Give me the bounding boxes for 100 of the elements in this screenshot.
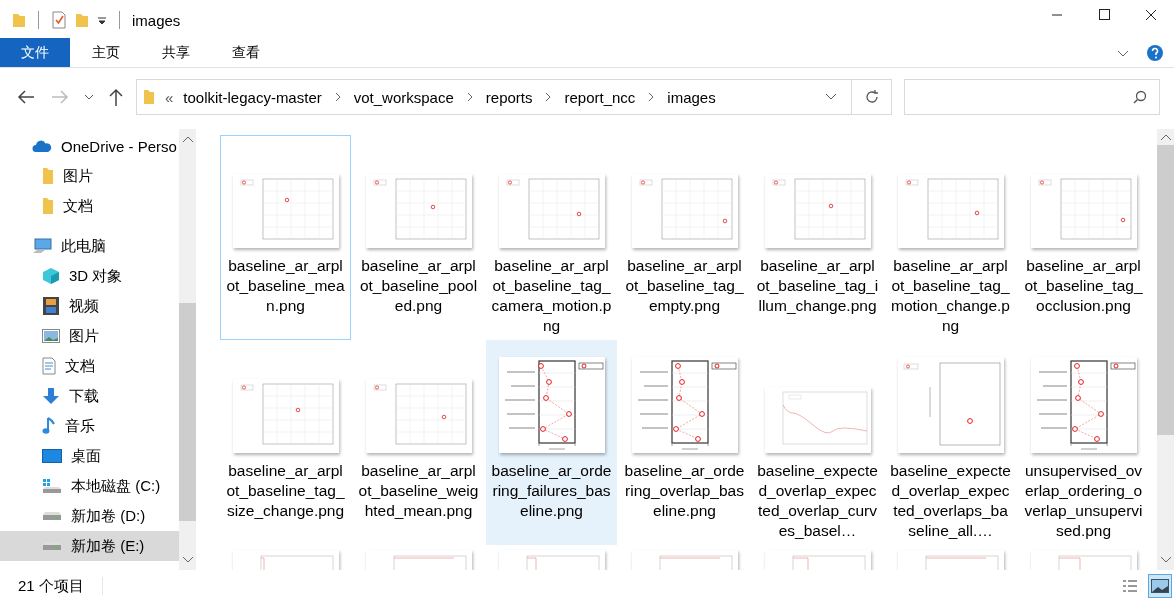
file-name: baseline_ar_arplot_baseline_tag_camera_motion.png — [490, 256, 613, 336]
file-name: baseline_ar_arplot_baseline_weighted_mean.png — [357, 461, 480, 521]
cloud-icon — [32, 139, 52, 153]
scrollbar[interactable] — [1157, 129, 1174, 570]
file-name: baseline_ar_arplot_baseline_tag_illum_change.png — [756, 256, 879, 316]
file-item[interactable]: baseline_expected_overlap_expected_overlap_curves_basel… — [752, 340, 883, 545]
ribbon-tab[interactable]: 主页 — [72, 38, 140, 67]
film-icon — [42, 296, 60, 316]
file-name: baseline_ar_ordering_overlap_baseline.png — [623, 461, 746, 521]
nav-label: 此电脑 — [61, 236, 106, 256]
file-item[interactable]: unsupervised_overlap_ordering_overlap_unsupervised.png — [1018, 340, 1149, 545]
file-name: baseline_ar_arplot_baseline_mean.png — [225, 256, 346, 316]
file-item[interactable]: baseline_ar_arplot_baseline_tag_empty.png — [619, 135, 750, 340]
scroll-down-icon[interactable] — [1159, 556, 1172, 564]
list-icon — [1122, 579, 1138, 593]
scroll-down-icon[interactable] — [181, 556, 194, 564]
ribbon-tab[interactable]: 共享 — [142, 38, 210, 67]
nav-label: 本地磁盘 (C:) — [71, 476, 161, 496]
image-icon — [1151, 579, 1169, 593]
refresh-button[interactable] — [852, 79, 892, 115]
nav-item[interactable]: 桌面 — [0, 441, 179, 471]
overflow-chevron[interactable]: « — [165, 88, 174, 106]
file-name: baseline_ar_arplot_baseline_tag_occlusion.png — [1023, 256, 1144, 316]
icons-view-button[interactable] — [1148, 574, 1172, 598]
chevron-right-icon[interactable] — [647, 92, 656, 102]
cube-icon — [42, 267, 60, 285]
nav-label: 文档 — [65, 356, 95, 376]
file-name: baseline_ar_arplot_baseline_tag_size_change.png — [225, 461, 346, 521]
scrollbar[interactable] — [179, 129, 196, 570]
nav-label: 下载 — [69, 386, 99, 406]
breadcrumb[interactable]: images — [667, 88, 716, 106]
ribbon-tab[interactable]: 文件 — [0, 38, 70, 67]
file-item[interactable]: baseline_expected_overlap_expected_overlaps_baseline_all.… — [885, 340, 1016, 545]
nav-item[interactable]: 图片 — [0, 321, 179, 351]
file-name: baseline_ar_ordering_failures_baseline.png — [490, 461, 613, 521]
folder-icon — [42, 167, 54, 185]
file-name: baseline_ar_arplot_baseline_pooled.png — [358, 256, 479, 316]
nav-item[interactable]: 此电脑 — [0, 231, 179, 261]
download-icon — [42, 387, 60, 405]
search-field[interactable] — [904, 79, 1160, 115]
computer-icon — [32, 238, 52, 254]
nav-item[interactable]: 本地磁盘 (C:) — [0, 471, 179, 501]
desktop-icon — [42, 449, 62, 463]
file-item[interactable]: baseline_ar_ordering_overlap_baseline.png — [619, 340, 750, 545]
help-icon[interactable] — [1146, 43, 1164, 62]
file-item[interactable]: baseline_ar_arplot_baseline_tag_camera_motion.png — [486, 135, 617, 340]
file-name: baseline_expected_overlap_expected_overlap_curves_basel… — [756, 461, 879, 541]
nav-item[interactable]: 新加卷 (D:) — [0, 501, 179, 531]
nav-item[interactable]: 视频 — [0, 291, 179, 321]
properties-icon[interactable] — [51, 11, 67, 29]
drive-icon — [42, 478, 62, 494]
chevron-down-icon[interactable] — [84, 93, 94, 101]
up-icon[interactable] — [108, 87, 124, 107]
nav-item[interactable]: 文档 — [0, 351, 179, 381]
file-name: baseline_expected_overlap_expected_overlaps_baseline_all.… — [889, 461, 1012, 541]
item-count: 21 个项目 — [18, 576, 84, 596]
image-icon — [42, 329, 60, 343]
file-item[interactable]: baseline_ar_arplot_baseline_tag_size_change.png — [220, 340, 351, 545]
nav-item[interactable]: 文档 — [0, 191, 179, 221]
document-icon — [42, 357, 56, 375]
music-note-icon — [42, 417, 56, 435]
nav-item[interactable]: 新加卷 (E:) — [0, 531, 179, 561]
file-item[interactable]: baseline_ar_arplot_baseline_tag_motion_change.png — [885, 135, 1016, 340]
nav-item[interactable]: 图片 — [0, 161, 179, 191]
back-icon[interactable] — [16, 89, 36, 105]
file-name: baseline_ar_arplot_baseline_tag_motion_change.png — [890, 256, 1011, 336]
chevron-right-icon[interactable] — [544, 92, 553, 102]
nav-item[interactable]: 下载 — [0, 381, 179, 411]
refresh-icon — [863, 89, 880, 105]
nav-item[interactable]: 音乐 — [0, 411, 179, 441]
file-item[interactable]: baseline_ar_ordering_failures_baseline.png — [486, 340, 617, 545]
file-name: baseline_ar_arplot_baseline_tag_empty.png — [624, 256, 745, 316]
scroll-up-icon[interactable] — [1159, 133, 1172, 141]
file-item[interactable]: baseline_ar_arplot_baseline_weighted_mean.png — [353, 340, 484, 545]
breadcrumb[interactable]: vot_workspace — [353, 88, 454, 106]
dropdown-icon[interactable] — [97, 15, 107, 25]
breadcrumb[interactable]: reports — [485, 88, 533, 106]
file-item[interactable]: baseline_ar_arplot_baseline_tag_occlusion.png — [1018, 135, 1149, 340]
nav-label: OneDrive - Perso — [61, 137, 177, 155]
breadcrumb[interactable]: toolkit-legacy-master — [183, 88, 322, 106]
nav-label: 文档 — [63, 196, 93, 216]
nav-item[interactable]: OneDrive - Perso — [0, 131, 179, 161]
chevron-right-icon[interactable] — [465, 92, 474, 102]
chevron-right-icon[interactable] — [333, 92, 342, 102]
file-item[interactable]: baseline_ar_arplot_baseline_tag_illum_change.png — [752, 135, 883, 340]
file-item[interactable]: baseline_ar_arplot_baseline_pooled.png — [353, 135, 484, 340]
nav-label: 3D 对象 — [69, 266, 123, 286]
scroll-up-icon[interactable] — [181, 135, 194, 143]
ribbon-tab[interactable]: 查看 — [212, 38, 280, 67]
nav-label: 桌面 — [71, 446, 101, 466]
breadcrumb[interactable]: report_ncc — [564, 88, 636, 106]
nav-label: 音乐 — [65, 416, 95, 436]
nav-item[interactable]: 3D 对象 — [0, 261, 179, 291]
chevron-down-icon[interactable] — [825, 93, 837, 101]
nav-label: 图片 — [69, 326, 99, 346]
file-item[interactable]: baseline_ar_arplot_baseline_mean.png — [220, 135, 351, 340]
nav-label: 新加卷 (D:) — [71, 506, 146, 526]
file-name: unsupervised_overlap_ordering_overlap_unsupervised.png — [1023, 461, 1144, 541]
window-title: images — [132, 11, 181, 29]
address-bar[interactable]: « toolkit-legacy-master vot_workspace reports report_ncc images — [136, 79, 852, 115]
